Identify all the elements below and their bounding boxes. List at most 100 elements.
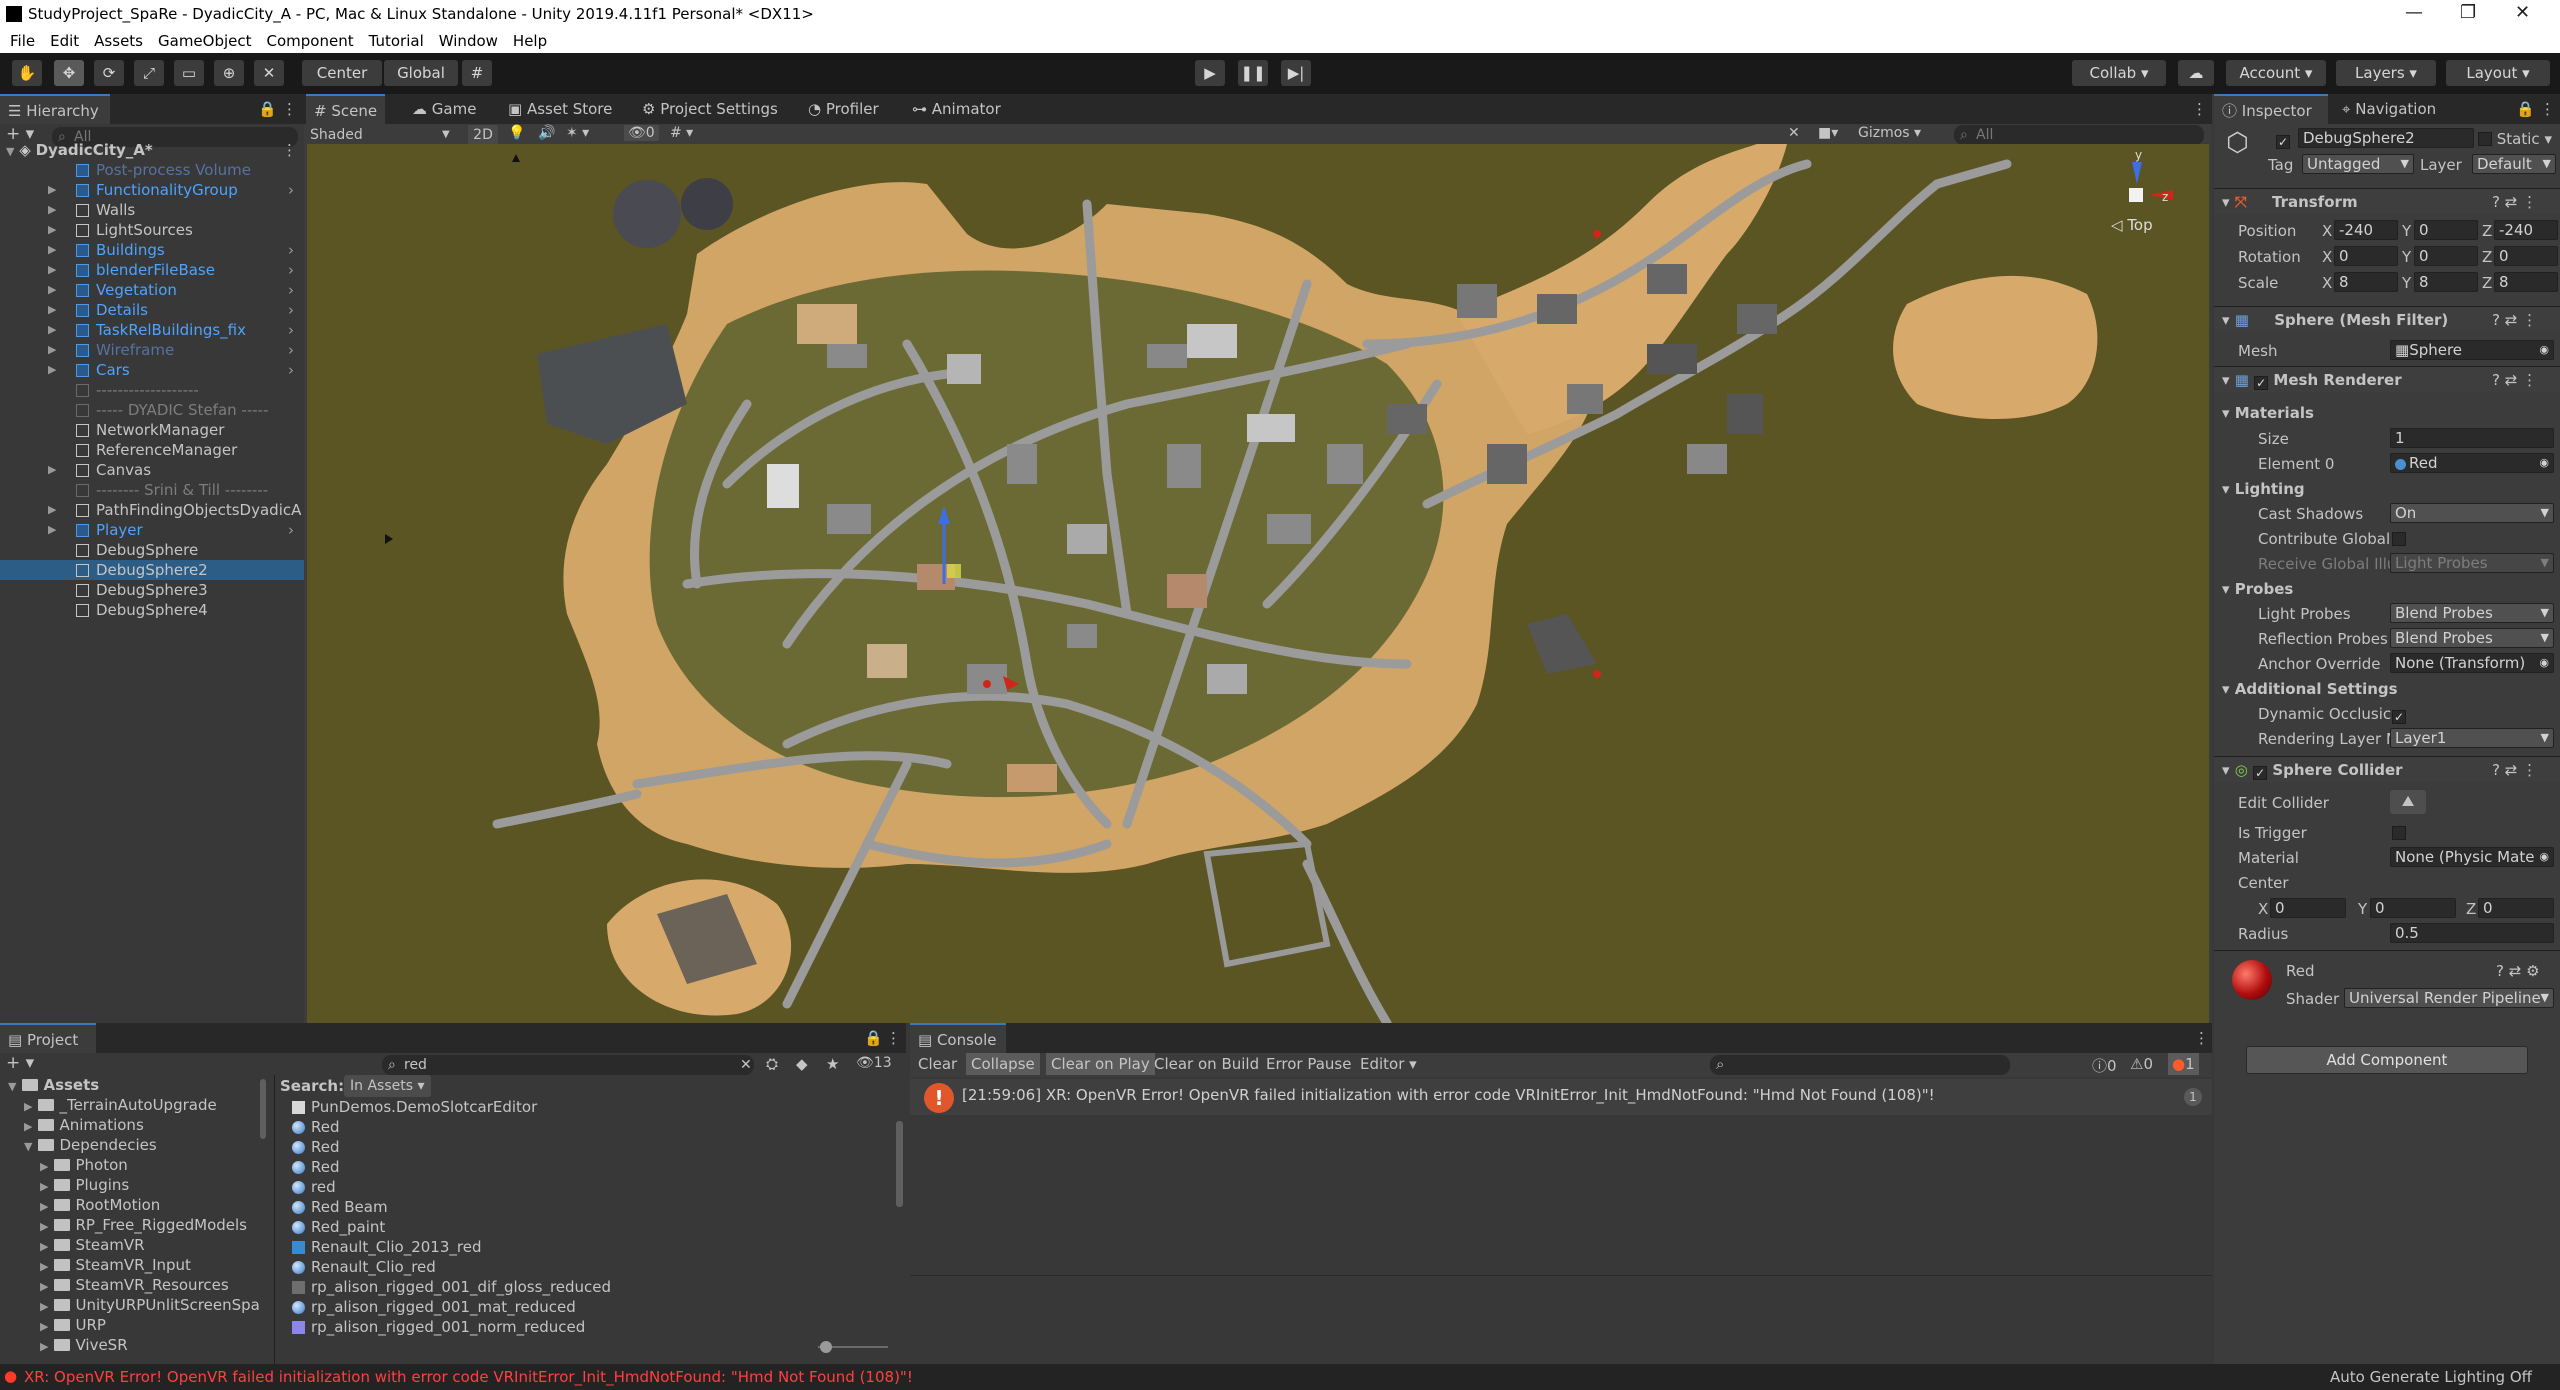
close-button[interactable]: ✕ [2515,2,2530,23]
element0-field[interactable]: Red ◉ [2390,453,2554,473]
asset-result-item[interactable]: red [292,1177,336,1197]
hierarchy-item[interactable]: ▶ Player › [0,520,304,540]
radius-field[interactable]: 0.5 [2390,923,2554,943]
gizmo-z-cone[interactable] [2132,162,2142,184]
menu-tutorial[interactable]: Tutorial [369,29,424,53]
expand-arrow-icon[interactable]: ▶ [48,320,56,340]
menu-help[interactable]: Help [513,29,547,53]
step-button[interactable]: ▶| [1281,60,1311,86]
open-prefab-icon[interactable]: › [288,240,294,260]
expand-arrow-icon[interactable]: ▶ [40,1320,48,1333]
edit-collider-button[interactable]: ⛰ [2390,790,2426,814]
position-x-field[interactable]: -240 [2334,220,2398,240]
center-y-field[interactable]: 0 [2370,898,2456,918]
asset-result-item[interactable]: rp_alison_rigged_001_dif_gloss_reduced [292,1277,611,1297]
gizmos-dropdown[interactable]: Gizmos ▾ [1858,125,1921,141]
scale-z-field[interactable]: 8 [2494,272,2558,292]
console-search-input[interactable]: ⌕ [1710,1055,2010,1075]
folder-tree-item[interactable]: ▶ ViveSR [40,1335,128,1355]
hierarchy-item[interactable]: ReferenceManager [0,440,304,460]
transform-header[interactable]: ▾ ⤧ Transform? ⇄ ⋮ [2214,188,2560,214]
hidden-packages-toggle[interactable]: 👁13 [856,1055,892,1071]
expand-arrow-icon[interactable]: ▶ [24,1120,32,1133]
expand-arrow-icon[interactable]: ▶ [48,500,56,520]
tab-hierarchy[interactable]: ☰ Hierarchy [0,94,110,124]
hierarchy-item[interactable]: DebugSphere4 [0,600,304,620]
scale-x-field[interactable]: 8 [2334,272,2398,292]
position-z-field[interactable]: -240 [2494,220,2558,240]
lighting-foldout[interactable]: ▾ Lighting [2222,480,2305,498]
open-prefab-icon[interactable]: › [288,520,294,540]
hierarchy-item[interactable]: NetworkManager [0,420,304,440]
hierarchy-item[interactable]: DebugSphere [0,540,304,560]
hierarchy-item[interactable]: ▶ LightSources [0,220,304,240]
info-filter-toggle[interactable]: ⓘ0 [2092,1055,2117,1076]
hierarchy-item[interactable]: DebugSphere3 [0,580,304,600]
expand-arrow-icon[interactable]: ▶ [40,1160,48,1173]
scale-y-field[interactable]: 8 [2414,272,2478,292]
is-trigger-checkbox[interactable] [2392,824,2406,842]
scene-viewport[interactable]: y z ◁ Top [307,144,2209,1023]
center-x-field[interactable]: 0 [2270,898,2346,918]
asset-result-item[interactable]: Renault_Clio_2013_red [292,1237,481,1257]
project-create-button[interactable]: + ▾ [6,1053,34,1073]
asset-result-item[interactable]: Red Beam [292,1197,388,1217]
icon-size-slider-thumb[interactable] [820,1341,832,1353]
tab-navigation[interactable]: ⌖ Navigation [2334,94,2444,124]
clear-on-build-button[interactable]: Clear on Build [1154,1055,1259,1073]
hierarchy-item[interactable]: ▶ TaskRelBuildings_fix › [0,320,304,340]
shading-mode-dropdown[interactable]: Shaded ▼ [310,125,460,145]
additional-settings-foldout[interactable]: ▾ Additional Settings [2222,680,2398,698]
lock-icon[interactable]: 🔒 [2516,100,2535,118]
collab-button[interactable]: Collab ▾ [2072,60,2166,86]
panel-menu-icon[interactable]: ⋮ [2540,100,2555,118]
hierarchy-item[interactable]: ▶ Vegetation › [0,280,304,300]
tab-console[interactable]: ▤ Console [910,1023,1006,1053]
hierarchy-item[interactable]: ------------------- [0,380,304,400]
folder-tree-item[interactable]: ▶ Photon [40,1155,128,1175]
menu-component[interactable]: Component [267,29,354,53]
status-error-message[interactable]: XR: OpenVR Error! OpenVR failed initiali… [24,1368,913,1386]
open-prefab-icon[interactable]: › [288,180,294,200]
clear-on-play-button[interactable]: Clear on Play [1046,1053,1155,1075]
pivot-space-toggle[interactable]: Global [384,60,458,86]
lock-icon[interactable]: 🔒 [864,1029,883,1047]
filter-by-label-icon[interactable]: ◆ [796,1055,808,1073]
expand-arrow-icon[interactable]: ▶ [48,280,56,300]
tab-game[interactable]: ☁ Game [404,94,484,124]
2d-toggle[interactable]: 2D [468,125,498,145]
rendering-layer-dropdown[interactable]: Layer1 ▼ [2390,728,2554,748]
expand-arrow-icon[interactable]: ▶ [48,220,56,240]
open-prefab-icon[interactable]: › [288,340,294,360]
anchor-override-field[interactable]: None (Transform) ◉ [2390,653,2554,673]
panel-menu-icon[interactable]: ⋮ [282,100,297,118]
materials-size-field[interactable]: 1 [2390,428,2554,448]
grid-toggle-icon[interactable]: # ▾ [670,125,693,141]
component-actions-icon[interactable]: ? ⇄ ⋮ [2492,367,2537,393]
account-dropdown[interactable]: Account ▾ [2226,60,2326,86]
tag-dropdown[interactable]: Untagged ▼ [2302,154,2414,174]
minimize-button[interactable]: — [2405,2,2423,23]
audio-toggle-icon[interactable]: 🔊 [538,125,555,141]
expand-arrow-icon[interactable]: ▶ [48,340,56,360]
folder-tree-item[interactable]: ▼ Assets [8,1075,99,1095]
hierarchy-item[interactable]: ▶ Details › [0,300,304,320]
expand-arrow-icon[interactable]: ▶ [40,1280,48,1293]
asset-result-item[interactable]: Red [292,1137,340,1157]
expand-arrow-icon[interactable]: ▶ [40,1260,48,1273]
probes-foldout[interactable]: ▾ Probes [2222,580,2293,598]
expand-arrow-icon[interactable]: ▶ [48,240,56,260]
asset-result-item[interactable]: Red [292,1157,340,1177]
expand-arrow-icon[interactable]: ▶ [40,1240,48,1253]
project-search-input[interactable]: ⌕ red ✕ [382,1055,754,1075]
hierarchy-item[interactable]: DebugSphere2 [0,560,304,580]
camera-icon[interactable]: ■▾ [1818,125,1838,141]
lighting-toggle-icon[interactable]: 💡 [508,125,525,141]
auto-lighting-status[interactable]: Auto Generate Lighting Off [2330,1368,2532,1386]
component-actions-icon[interactable]: ? ⇄ ⋮ [2492,757,2537,783]
static-checkbox[interactable]: Static ▾ [2478,130,2552,148]
expand-arrow-icon[interactable]: ▶ [40,1220,48,1233]
scene-menu-icon[interactable]: ⋮ [282,140,297,160]
hierarchy-item[interactable]: ----- DYADIC Stefan ----- [0,400,304,420]
tab-project[interactable]: ▤ Project [0,1023,96,1053]
